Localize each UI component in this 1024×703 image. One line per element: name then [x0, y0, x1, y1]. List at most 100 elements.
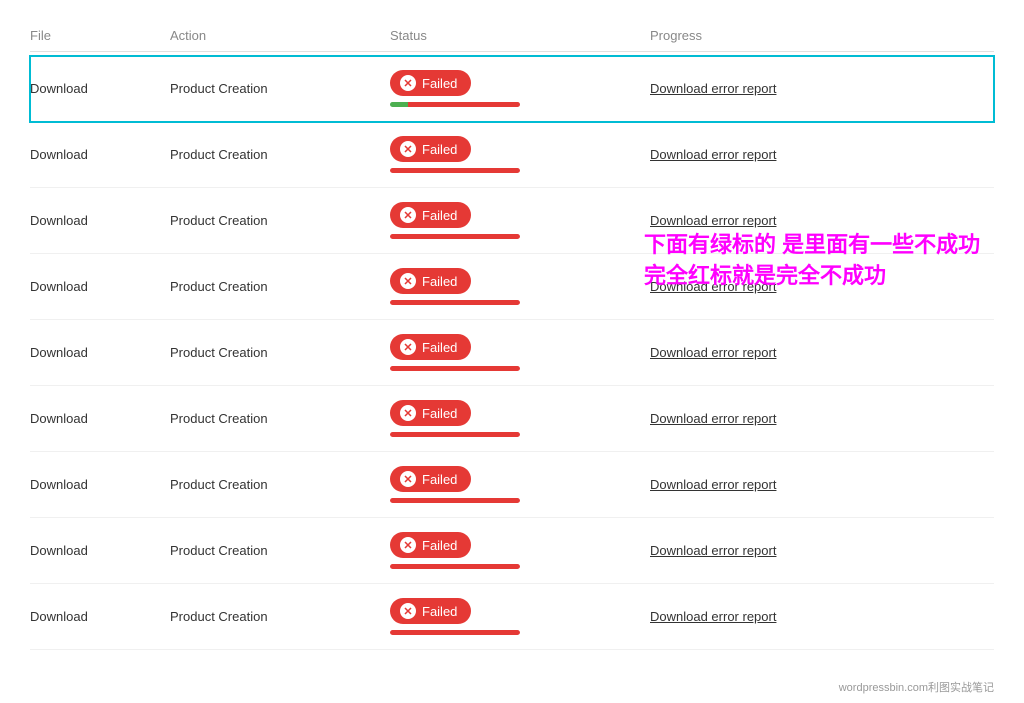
table-body: Download Product Creation ✕ Failed Downl… — [30, 56, 994, 650]
col-file: File — [30, 28, 170, 43]
table-row: Download Product Creation ✕ Failed Downl… — [30, 452, 994, 518]
download-error-report-link[interactable]: Download error report — [650, 345, 776, 360]
cell-progress: Download error report — [650, 411, 950, 426]
cell-progress: Download error report — [650, 345, 950, 360]
cell-status: ✕ Failed — [390, 334, 650, 371]
progress-bar-red — [390, 168, 520, 173]
progress-fill — [390, 300, 520, 305]
cell-file: Download — [30, 609, 170, 624]
x-icon: ✕ — [400, 141, 416, 157]
x-icon: ✕ — [400, 273, 416, 289]
cell-file: Download — [30, 345, 170, 360]
table-header: File Action Status Progress — [30, 20, 994, 52]
progress-bar-red — [390, 498, 520, 503]
progress-green-part — [390, 102, 408, 107]
cell-action: Product Creation — [170, 147, 390, 162]
table-row: Download Product Creation ✕ Failed Downl… — [30, 518, 994, 584]
watermark: wordpressbin.com利图实战笔记 — [839, 679, 994, 695]
x-icon: ✕ — [400, 537, 416, 553]
x-icon: ✕ — [400, 405, 416, 421]
cell-progress: Download error report — [650, 81, 950, 96]
x-icon: ✕ — [400, 603, 416, 619]
cell-progress: Download error report — [650, 477, 950, 492]
progress-fill — [390, 168, 520, 173]
cell-action: Product Creation — [170, 477, 390, 492]
cell-progress: Download error report — [650, 543, 950, 558]
download-error-report-link[interactable]: Download error report — [650, 543, 776, 558]
progress-bar-red — [390, 564, 520, 569]
cell-progress: Download error report — [650, 279, 950, 294]
failed-label: Failed — [422, 538, 457, 553]
download-error-report-link[interactable]: Download error report — [650, 279, 776, 294]
failed-label: Failed — [422, 208, 457, 223]
progress-fill — [390, 630, 520, 635]
x-icon: ✕ — [400, 339, 416, 355]
cell-file: Download — [30, 279, 170, 294]
cell-status: ✕ Failed — [390, 400, 650, 437]
failed-badge: ✕ Failed — [390, 466, 471, 492]
cell-progress: Download error report — [650, 147, 950, 162]
failed-badge: ✕ Failed — [390, 532, 471, 558]
cell-file: Download — [30, 147, 170, 162]
failed-label: Failed — [422, 472, 457, 487]
cell-action: Product Creation — [170, 213, 390, 228]
table-row: Download Product Creation ✕ Failed Downl… — [30, 56, 994, 122]
cell-status: ✕ Failed — [390, 136, 650, 173]
failed-badge: ✕ Failed — [390, 136, 471, 162]
progress-bar-red — [390, 432, 520, 437]
failed-label: Failed — [422, 274, 457, 289]
cell-action: Product Creation — [170, 543, 390, 558]
cell-file: Download — [30, 411, 170, 426]
table-container: File Action Status Progress Download Pro… — [0, 0, 1024, 703]
table-row: Download Product Creation ✕ Failed Downl… — [30, 386, 994, 452]
table-row: Download Product Creation ✕ Failed Downl… — [30, 584, 994, 650]
cell-action: Product Creation — [170, 411, 390, 426]
progress-bar-red — [390, 630, 520, 635]
download-error-report-link[interactable]: Download error report — [650, 609, 776, 624]
cell-status: ✕ Failed — [390, 268, 650, 305]
cell-progress: Download error report — [650, 609, 950, 624]
progress-bar-mixed — [390, 102, 520, 107]
progress-fill — [390, 564, 520, 569]
cell-file: Download — [30, 543, 170, 558]
failed-label: Failed — [422, 406, 457, 421]
cell-status: ✕ Failed — [390, 532, 650, 569]
cell-status: ✕ Failed — [390, 70, 650, 107]
cell-status: ✕ Failed — [390, 202, 650, 239]
table-row: Download Product Creation ✕ Failed Downl… — [30, 320, 994, 386]
table-row: Download Product Creation ✕ Failed Downl… — [30, 188, 994, 254]
col-progress: Progress — [650, 28, 950, 43]
progress-bar-red — [390, 300, 520, 305]
cell-action: Product Creation — [170, 345, 390, 360]
cell-action: Product Creation — [170, 609, 390, 624]
cell-file: Download — [30, 213, 170, 228]
download-error-report-link[interactable]: Download error report — [650, 411, 776, 426]
x-icon: ✕ — [400, 75, 416, 91]
col-action: Action — [170, 28, 390, 43]
failed-label: Failed — [422, 76, 457, 91]
progress-bar-red — [390, 234, 520, 239]
table-row: Download Product Creation ✕ Failed Downl… — [30, 122, 994, 188]
progress-fill — [390, 432, 520, 437]
failed-label: Failed — [422, 142, 457, 157]
progress-fill — [390, 366, 520, 371]
download-error-report-link[interactable]: Download error report — [650, 81, 776, 96]
cell-action: Product Creation — [170, 279, 390, 294]
cell-status: ✕ Failed — [390, 598, 650, 635]
failed-badge: ✕ Failed — [390, 202, 471, 228]
download-error-report-link[interactable]: Download error report — [650, 477, 776, 492]
download-error-report-link[interactable]: Download error report — [650, 147, 776, 162]
cell-action: Product Creation — [170, 81, 390, 96]
x-icon: ✕ — [400, 207, 416, 223]
failed-badge: ✕ Failed — [390, 70, 471, 96]
failed-badge: ✕ Failed — [390, 400, 471, 426]
progress-fill — [390, 234, 520, 239]
cell-progress: Download error report — [650, 213, 950, 228]
failed-label: Failed — [422, 604, 457, 619]
failed-badge: ✕ Failed — [390, 334, 471, 360]
progress-red-part — [408, 102, 520, 107]
failed-badge: ✕ Failed — [390, 268, 471, 294]
x-icon: ✕ — [400, 471, 416, 487]
download-error-report-link[interactable]: Download error report — [650, 213, 776, 228]
cell-status: ✕ Failed — [390, 466, 650, 503]
